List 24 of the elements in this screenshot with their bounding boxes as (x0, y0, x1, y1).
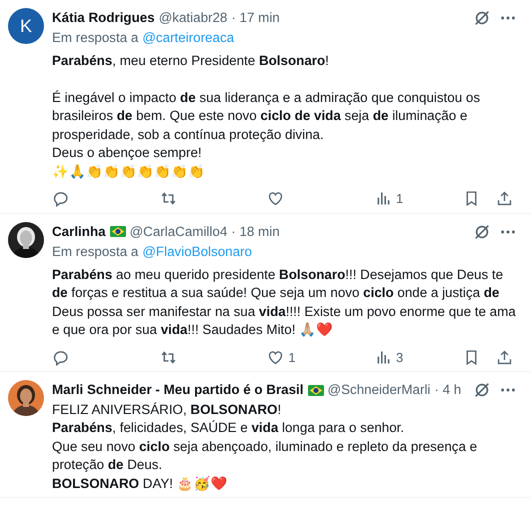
post-text: BOLSONARO DAY! 🎂🥳❤ (52, 474, 229, 493)
post-text: Parabéns ao meu querido presidente Bolsonaro!!! Desejamos que Deus te de forças e restitua a sua saúde! Que seja um novo ciclo onde a justiça de Deus possa ser manifestar na sua vida!!!! Existe um povo enorme que te ama e que ora por sua vida!!! Saudades Mito! 🙏🏼❤ (52, 266, 517, 340)
post-text: Parabéns, felicidades, SAÚDE e vida longa para o senhor. (52, 419, 406, 438)
user-handle[interactable]: @CarlaCamillo4 (130, 222, 228, 242)
views-button[interactable]: 3 (374, 348, 415, 368)
user-name[interactable]: Marli Schneider - Meu partido é o Brasil (52, 380, 304, 401)
post-text: FELIZ ANIVERSÁRIO, BOLSONARO! (52, 400, 282, 419)
views-button[interactable]: 1 (374, 189, 415, 209)
user-name[interactable]: Kátia Rodrigues (52, 8, 155, 28)
user-handle[interactable]: @katiabr28 (158, 8, 228, 28)
avatar[interactable]: K (8, 8, 44, 44)
user-handle[interactable]: @SchneiderMarli (328, 380, 430, 401)
post-time[interactable]: · 18 min (231, 222, 280, 242)
post-text: Que seu novo ciclo seja abençoado, iluminado e repleto da presença e proteção de Deus. (52, 438, 478, 474)
like-button[interactable]: 1 (267, 348, 308, 368)
user-name[interactable]: Carlinha (52, 222, 106, 242)
post-text: Parabéns, meu eterno Presidente Bolsonaro! (52, 52, 330, 70)
post-time[interactable]: · 17 min (231, 8, 280, 28)
post-text: ✨🙏👏👏👏👏👏👏👏 (52, 162, 206, 181)
reply-label: Em resposta a (52, 29, 138, 48)
post-text: Deus o abençoe sempre! (52, 144, 203, 162)
reply-label: Em resposta a (52, 242, 138, 261)
post-time[interactable]: · 4 h (434, 380, 462, 401)
post-text: É inegável o impacto de sua liderança e a admiração que conquistou os brasileiros de bem. Que este novo ciclo de vida seja de iluminação e prosperidade, sob a contínua proteção divina. (52, 88, 482, 144)
